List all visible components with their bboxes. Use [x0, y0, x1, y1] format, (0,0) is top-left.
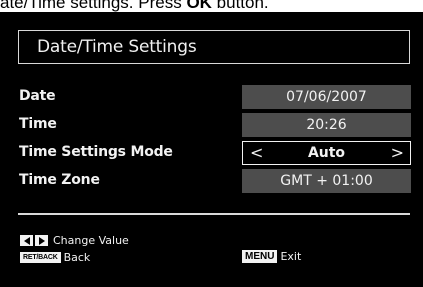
help-back-label: Back [63, 251, 91, 264]
setting-label-time-settings-mode: Time Settings Mode [19, 144, 173, 160]
left-right-keys [20, 235, 48, 246]
tv-osd-screen: Date/Time Settings Date 07/06/2007 Time … [0, 12, 423, 287]
dialog-title-box: Date/Time Settings [18, 30, 410, 64]
caption-prefix: ate/Time settings. Press [0, 0, 187, 12]
help-change-value-label: Change Value [53, 234, 129, 247]
caption-ok-button: OK [186, 0, 212, 12]
setting-row-date[interactable]: Date 07/06/2007 [0, 85, 423, 109]
help-change-value: Change Value [20, 234, 129, 247]
setting-label-time: Time [19, 116, 57, 132]
setting-row-time-settings-mode[interactable]: Time Settings Mode < Auto > [0, 141, 423, 165]
time-settings-mode-selector[interactable]: < Auto > [242, 141, 411, 165]
setting-row-time-zone[interactable]: Time Zone GMT + 01:00 [0, 169, 423, 193]
setting-label-time-zone: Time Zone [19, 172, 100, 188]
help-exit: MENU Exit [242, 250, 301, 263]
chevron-left-icon[interactable]: < [250, 142, 263, 164]
setting-row-time[interactable]: Time 20:26 [0, 113, 423, 137]
help-divider [18, 213, 410, 215]
setting-value-time-zone[interactable]: GMT + 01:00 [242, 169, 411, 193]
arrow-left-icon [20, 235, 33, 246]
ret-back-key-icon: RET/BACK [20, 252, 61, 263]
menu-key-icon: MENU [242, 250, 278, 263]
help-back: RET/BACK Back [20, 251, 90, 264]
setting-value-time-settings-mode: Auto [307, 145, 346, 161]
caption-suffix: button. [211, 0, 269, 12]
chevron-right-icon[interactable]: > [391, 142, 404, 164]
setting-value-date[interactable]: 07/06/2007 [242, 85, 411, 109]
dialog-title: Date/Time Settings [37, 37, 197, 57]
setting-label-date: Date [19, 88, 56, 104]
help-exit-label: Exit [280, 250, 302, 263]
arrow-right-icon [35, 235, 48, 246]
setting-value-time[interactable]: 20:26 [242, 113, 411, 137]
